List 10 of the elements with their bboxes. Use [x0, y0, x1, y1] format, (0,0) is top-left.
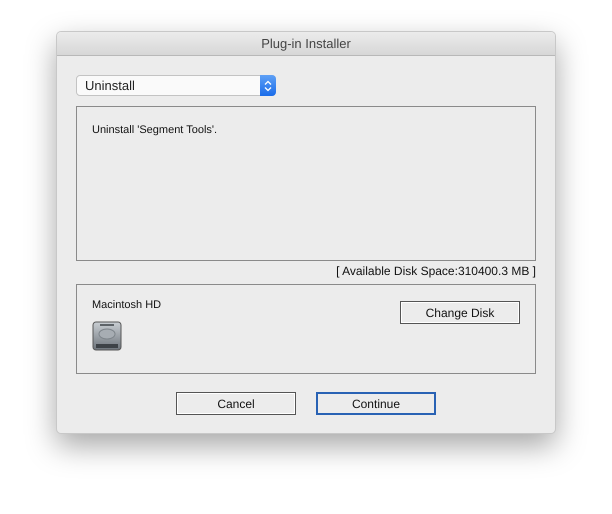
stepper-icon	[260, 75, 276, 96]
disk-space-label: [ Available Disk Space:310400.3 MB ]	[336, 264, 536, 278]
disk-name: Macintosh HD	[92, 299, 162, 311]
cancel-button[interactable]: Cancel	[176, 392, 296, 415]
action-dropdown[interactable]: Uninstall	[76, 75, 276, 96]
hard-drive-icon	[92, 321, 122, 351]
message-text: Uninstall 'Segment Tools'.	[92, 124, 218, 136]
continue-button[interactable]: Continue	[316, 392, 436, 415]
window-title: Plug-in Installer	[261, 36, 351, 51]
change-disk-button[interactable]: Change Disk	[400, 301, 520, 324]
